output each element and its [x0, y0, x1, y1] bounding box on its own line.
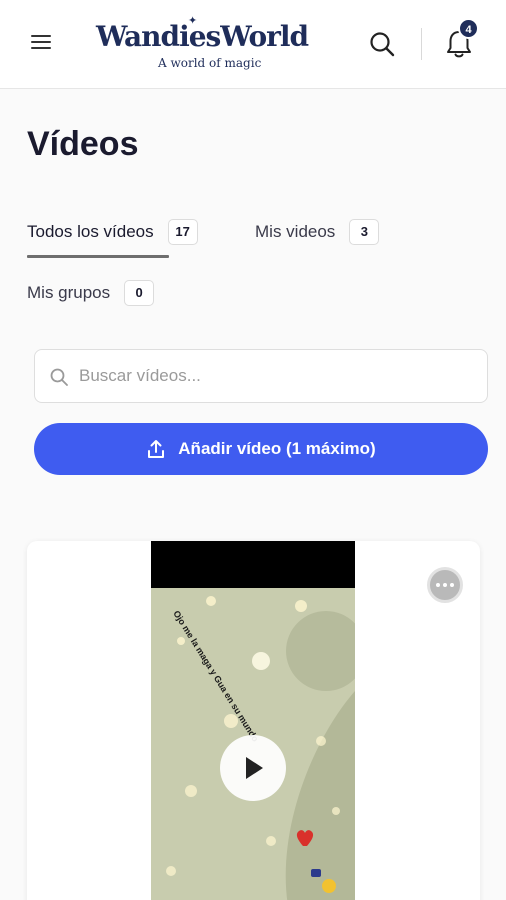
tab-count-badge: 0: [124, 280, 155, 306]
tab-label: Todos los vídeos: [27, 222, 154, 241]
tab-my-videos[interactable]: Mis videos 3: [255, 217, 380, 247]
tab-label: Mis grupos: [27, 283, 111, 302]
logo-title: WandiesWorld: [96, 20, 309, 53]
emoji-face: [322, 879, 336, 893]
play-button[interactable]: [220, 735, 286, 801]
search-icon: [50, 368, 68, 386]
video-frame: Ojo me la maga y Gua en su mundo: [151, 588, 355, 900]
header-divider: [421, 28, 422, 60]
more-options-icon: [436, 583, 440, 587]
search-input[interactable]: [79, 350, 474, 402]
page-title: Vídeos: [27, 125, 139, 163]
tab-all-videos[interactable]: Todos los vídeos 17: [27, 217, 198, 247]
app-header: WandiesWorld ✦ A world of magic 4: [0, 0, 506, 89]
play-icon: [246, 757, 263, 779]
active-tab-indicator: [27, 255, 169, 258]
tab-label: Mis videos: [255, 222, 336, 241]
menu-button[interactable]: [30, 33, 54, 51]
search-icon: [370, 32, 395, 57]
video-card: Ojo me la maga y Gua en su mundo: [27, 541, 480, 900]
logo-star-icon: ✦: [188, 15, 198, 27]
video-letterbox: [151, 541, 355, 588]
more-options-button[interactable]: [427, 567, 463, 603]
logo[interactable]: WandiesWorld ✦ A world of magic: [96, 15, 326, 76]
video-search-box: [34, 349, 488, 403]
logo-tagline: A world of magic: [158, 56, 262, 70]
notification-badge: 4: [458, 18, 479, 39]
tab-count-badge: 3: [349, 219, 380, 245]
hamburger-icon: [31, 35, 51, 37]
add-video-label: Añadir vídeo (1 máximo): [178, 439, 376, 458]
header-search-button[interactable]: [368, 30, 396, 58]
tab-my-groups[interactable]: Mis grupos 0: [27, 278, 155, 308]
upload-icon: [148, 440, 165, 458]
tab-count-badge: 17: [167, 219, 198, 245]
video-thumbnail[interactable]: Ojo me la maga y Gua en su mundo: [151, 541, 355, 900]
add-video-button[interactable]: Añadir vídeo (1 máximo): [34, 423, 488, 475]
